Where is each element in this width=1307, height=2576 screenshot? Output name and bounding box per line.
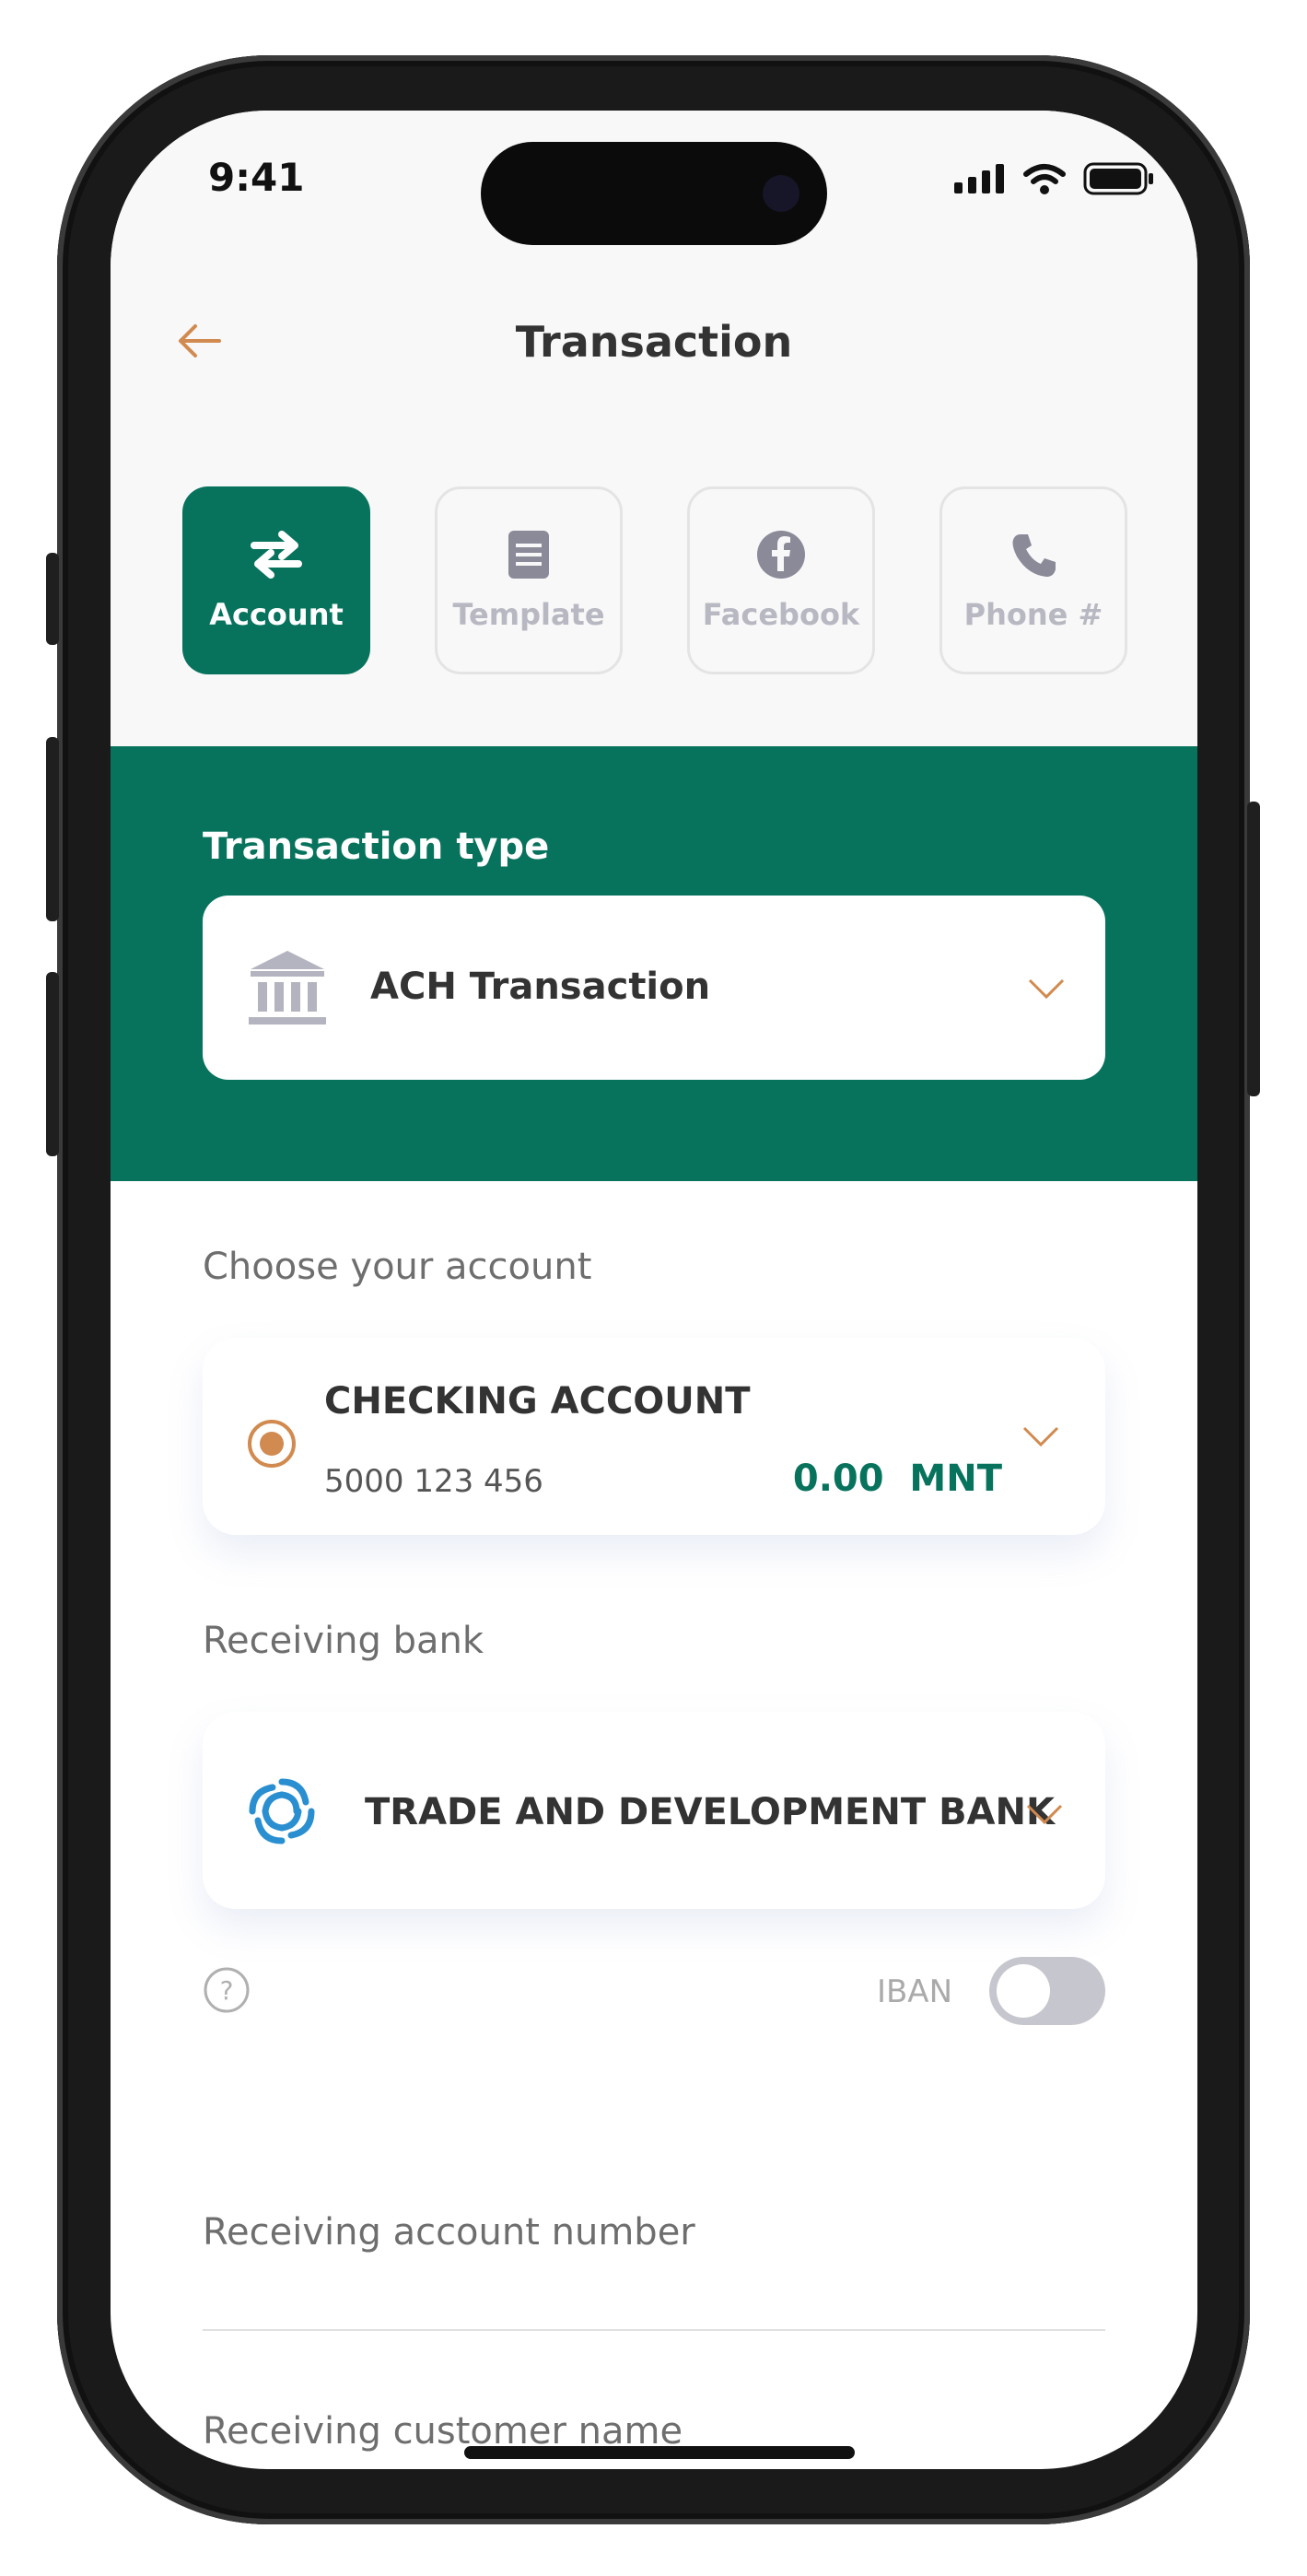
signal-icon [954,164,1004,193]
transaction-type-value: ACH Transaction [370,966,711,1008]
account-name: CHECKING ACCOUNT [324,1380,751,1423]
tab-phone[interactable]: Phone # [939,486,1127,674]
tab-phone-label: Phone # [963,597,1103,632]
tab-facebook-label: Facebook [702,597,860,632]
bank-building-icon [249,951,326,1025]
choose-account-label: Choose your account [203,1246,592,1288]
account-select[interactable]: CHECKING ACCOUNT 5000 123 456 0.00 MNT [203,1338,1105,1535]
transaction-type-section: Transaction type ACH Transaction [111,746,1197,1181]
header: Transaction [111,304,1197,378]
dynamic-island [481,142,827,245]
chevron-down-icon [1026,1804,1063,1825]
receiving-bank-name: TRADE AND DEVELOPMENT BANK [365,1791,1055,1833]
receiving-bank-select[interactable]: TRADE AND DEVELOPMENT BANK [203,1712,1105,1909]
battery-icon [1083,162,1153,195]
tdb-logo-icon [249,1778,315,1844]
tab-account[interactable]: Account [182,486,370,674]
phone-icon [1012,534,1056,577]
receiving-bank-label: Receiving bank [203,1620,484,1662]
svg-text:?: ? [220,1975,234,2006]
wifi-icon [1023,164,1066,194]
transaction-type-select[interactable]: ACH Transaction [203,896,1105,1080]
account-number: 5000 123 456 [324,1463,543,1500]
camera [763,175,799,212]
status-time: 9:41 [208,155,305,200]
facebook-icon [757,531,805,579]
tab-facebook[interactable]: Facebook [687,486,875,674]
volume-up-button [46,737,59,921]
help-icon[interactable]: ? [203,1966,251,2014]
page-title: Transaction [515,317,793,367]
status-icons [954,162,1155,195]
chevron-down-icon [1028,978,1065,1000]
power-button [1247,802,1260,1096]
document-icon [508,531,549,579]
field-underline [203,2329,1105,2331]
screen: 9:41 Transaction Account Template Facebo… [111,111,1197,2469]
transfer-arrows-icon [251,531,302,579]
toggle-knob [997,1964,1050,2018]
radio-selected-icon [248,1420,296,1468]
tab-template-label: Template [452,597,605,632]
action-button [46,553,59,645]
tab-account-label: Account [209,597,344,632]
home-indicator [464,2446,855,2459]
iban-row: ? IBAN [203,1953,1105,2027]
receiving-account-number-field[interactable]: Receiving account number [203,2211,695,2254]
iban-toggle[interactable] [989,1957,1105,2025]
volume-down-button [46,972,59,1156]
account-balance: 0.00 MNT [792,1458,1002,1500]
chevron-down-icon [1022,1426,1059,1447]
tab-template[interactable]: Template [435,486,623,674]
transfer-method-tabs: Account Template Facebook Phone # [182,486,1127,674]
iban-label: IBAN [876,1973,952,2010]
transaction-type-label: Transaction type [203,825,550,868]
